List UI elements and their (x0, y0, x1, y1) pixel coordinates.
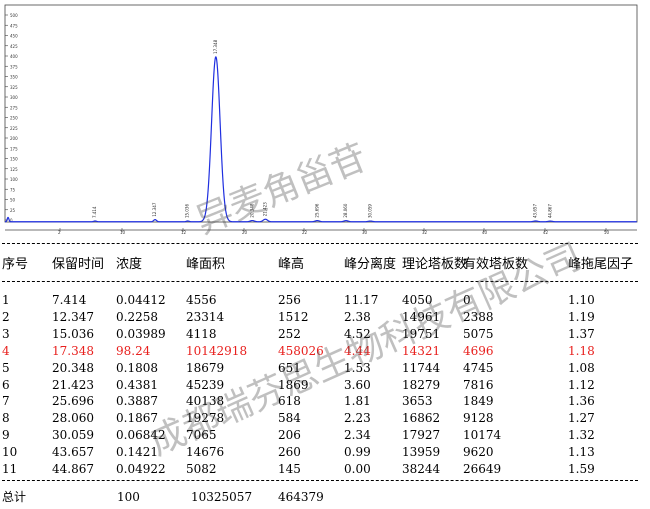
table-cell: 2 (2, 309, 10, 324)
table-cell: 7816 (463, 377, 494, 392)
table-cell: 0.99 (344, 445, 371, 460)
table-cell: 3653 (402, 394, 433, 409)
table-cell: 1.37 (568, 326, 595, 341)
total-concentration: 100 (117, 490, 140, 504)
table-cell: 4696 (463, 343, 494, 358)
table-cell: 1.27 (568, 411, 595, 426)
table-cell: 10 (2, 445, 18, 460)
table-cell: 1.59 (568, 462, 595, 476)
table-cell: 2.23 (344, 411, 371, 426)
table-cell: 145 (278, 462, 301, 476)
table-cell: 3 (2, 326, 10, 341)
table-cell: 7 (2, 394, 10, 409)
header-cell: 峰分离度 (344, 257, 397, 272)
table-cell: 1.36 (568, 394, 595, 409)
table-cell: 4745 (463, 360, 494, 375)
table-cell: 10142918 (186, 343, 248, 358)
table-cell: 26649 (463, 462, 502, 476)
table-cell: 1.81 (344, 394, 371, 409)
table-cell: 98.24 (116, 343, 151, 358)
table-cell: 4 (2, 343, 10, 358)
table-cell: 1.13 (568, 445, 595, 460)
table-cell: 0.4381 (116, 377, 158, 392)
header-cell: 浓度 (116, 257, 143, 272)
table-cell: 17.348 (52, 343, 94, 358)
table-cell: 0.3887 (116, 394, 158, 409)
table-cell: 28.060 (52, 411, 94, 426)
table-cell: 10174 (463, 428, 502, 443)
total-label: 总计 (2, 490, 27, 504)
table-cell: 17927 (402, 428, 441, 443)
table-bottom-rule (2, 480, 638, 481)
table-cell: 23314 (186, 309, 225, 324)
table-cell: 1.08 (568, 360, 595, 375)
table-cell: 18679 (186, 360, 225, 375)
total-area: 10325057 (191, 490, 253, 504)
header-cell: 理论塔板数 (402, 257, 468, 272)
table-cell: 260 (278, 445, 301, 460)
table-cell: 1.10 (568, 293, 595, 307)
header-cell: 峰面积 (186, 257, 226, 272)
table-cell: 12.347 (52, 309, 94, 324)
table-cell: 252 (278, 326, 301, 341)
table-cell: 4118 (186, 326, 217, 341)
header-cell: 序号 (2, 257, 29, 272)
header-cell: 峰高 (278, 257, 305, 272)
table-cell: 20.348 (52, 360, 94, 375)
table-cell: 0.03989 (116, 326, 166, 341)
table-cell: 1 (2, 293, 10, 307)
table-cell: 0.2258 (116, 309, 158, 324)
table-cell: 44.867 (52, 462, 94, 476)
table-cell: 206 (278, 428, 301, 443)
table-cell: 1.12 (568, 377, 595, 392)
table-cell: 1.32 (568, 428, 595, 443)
table-cell: 5082 (186, 462, 217, 476)
table-cell: 6 (2, 377, 10, 392)
table-cell: 2.34 (344, 428, 371, 443)
table-cell: 4556 (186, 293, 217, 307)
table-cell: 1.19 (568, 309, 595, 324)
table-cell: 43.657 (52, 445, 94, 460)
table-cell: 9 (2, 428, 10, 443)
table-cell: 1.18 (568, 343, 595, 358)
table-cell: 16862 (402, 411, 441, 426)
table-cell: 25.696 (52, 394, 94, 409)
table-cell: 9620 (463, 445, 494, 460)
table-cell: 15.036 (52, 326, 94, 341)
table-cell: 11.17 (344, 293, 379, 307)
table-cell: 13959 (402, 445, 441, 460)
table-cell: 38244 (402, 462, 441, 476)
table-cell: 11744 (402, 360, 441, 375)
table-cell: 8 (2, 411, 10, 426)
table-cell: 0.00 (344, 462, 371, 476)
table-cell: 0.1808 (116, 360, 158, 375)
table-cell: 11 (2, 462, 18, 476)
table-cell: 0.04412 (116, 293, 166, 307)
table-cell: 0.1421 (116, 445, 158, 460)
table-cell: 1849 (463, 394, 494, 409)
table-cell: 256 (278, 293, 301, 307)
table-cell: 9128 (463, 411, 494, 426)
table-cell: 584 (278, 411, 301, 426)
table-cell: 7.414 (52, 293, 87, 307)
table-cell: 1512 (278, 309, 309, 324)
header-cell: 保留时间 (52, 257, 105, 272)
table-cell: 21.423 (52, 377, 94, 392)
table-cell: 5 (2, 360, 10, 375)
table-cell: 0.04922 (116, 462, 166, 476)
total-height: 464379 (278, 490, 324, 504)
table-cell: 18279 (402, 377, 441, 392)
table-cell: 30.059 (52, 428, 94, 443)
